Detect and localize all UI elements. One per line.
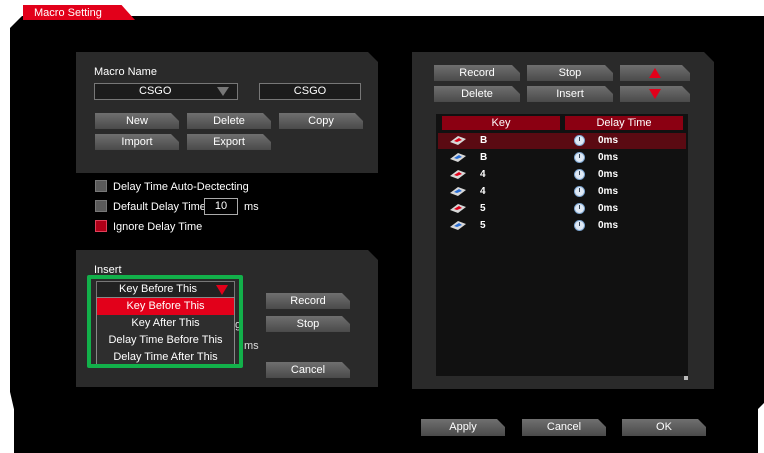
key-up-icon (450, 221, 466, 230)
export-button[interactable]: Export (187, 134, 271, 150)
new-button[interactable]: New (95, 113, 179, 129)
row-key: 4 (480, 186, 486, 197)
move-down-icon (649, 89, 661, 99)
chevron-down-icon[interactable] (217, 87, 229, 96)
clock-icon (574, 220, 585, 231)
column-header-delay: Delay Time (565, 116, 683, 130)
record-button[interactable]: Record (434, 65, 520, 81)
row-delay: 0ms (598, 135, 619, 146)
key-up-icon (450, 187, 466, 196)
clock-icon (574, 152, 585, 163)
insert-cancel-button[interactable]: Cancel (266, 362, 350, 378)
default-delay-input[interactable]: 10 (204, 198, 238, 215)
clock-icon (574, 203, 585, 214)
table-row[interactable]: B 0ms (438, 133, 686, 149)
delete-button[interactable]: Delete (187, 113, 271, 129)
table-row[interactable]: B 0ms (438, 150, 686, 166)
key-down-icon (450, 136, 466, 145)
row-key: B (480, 135, 488, 146)
row-key: 5 (480, 220, 486, 231)
auto-detect-checkbox[interactable] (95, 180, 107, 192)
copy-button[interactable]: Copy (279, 113, 363, 129)
macro-event-list[interactable]: Key Delay Time B 0ms B 0ms 4 0ms 4 0ms 5… (436, 114, 688, 380)
key-up-icon (450, 153, 466, 162)
clock-icon (574, 186, 585, 197)
apply-button[interactable]: Apply (421, 419, 505, 436)
macro-name-field[interactable]: CSGO (259, 83, 361, 100)
column-header-key: Key (442, 116, 560, 130)
row-delay: 0ms (598, 186, 619, 197)
insert-record-button[interactable]: Record (266, 293, 350, 309)
footer-cancel-button[interactable]: Cancel (522, 419, 606, 436)
ignore-delay-label: Ignore Delay Time (113, 221, 203, 233)
obscured-unit-peek: ms (244, 340, 259, 352)
key-down-icon (450, 170, 466, 179)
table-row[interactable]: 4 0ms (438, 167, 686, 183)
default-delay-unit: ms (244, 201, 259, 213)
move-up-button[interactable] (620, 65, 690, 81)
annotation-highlight-box (87, 275, 243, 368)
clock-icon (574, 169, 585, 180)
ok-button[interactable]: OK (622, 419, 706, 436)
row-key: B (480, 152, 488, 163)
window-title: Macro Setting (34, 7, 102, 19)
delete-entry-button[interactable]: Delete (434, 86, 520, 102)
row-delay: 0ms (598, 203, 619, 214)
row-key: 5 (480, 203, 486, 214)
window-title-tab: Macro Setting (23, 5, 135, 20)
table-row[interactable]: 5 0ms (438, 218, 686, 234)
macro-select-value: CSGO (139, 85, 172, 97)
macro-name-label: Macro Name (94, 66, 157, 78)
auto-detect-label: Delay Time Auto-Dectecting (113, 181, 249, 193)
default-delay-label: Default Delay Time (113, 201, 206, 213)
insert-stop-button[interactable]: Stop (266, 316, 350, 332)
ignore-delay-checkbox[interactable] (95, 220, 107, 232)
table-row[interactable]: 4 0ms (438, 184, 686, 200)
default-delay-checkbox[interactable] (95, 200, 107, 212)
move-down-button[interactable] (620, 86, 690, 102)
row-delay: 0ms (598, 152, 619, 163)
row-delay: 0ms (598, 169, 619, 180)
clock-icon (574, 135, 585, 146)
table-row[interactable]: 5 0ms (438, 201, 686, 217)
insert-entry-button[interactable]: Insert (527, 86, 613, 102)
move-up-icon (649, 68, 661, 78)
row-delay: 0ms (598, 220, 619, 231)
key-down-icon (450, 204, 466, 213)
resize-grip-icon[interactable] (684, 376, 688, 380)
import-button[interactable]: Import (95, 134, 179, 150)
row-key: 4 (480, 169, 486, 180)
stop-button[interactable]: Stop (527, 65, 613, 81)
